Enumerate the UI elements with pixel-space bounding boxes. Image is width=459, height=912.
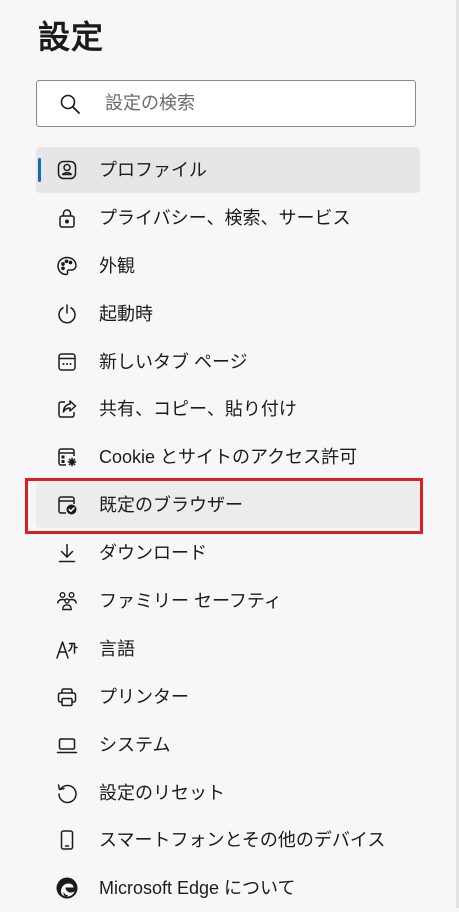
nav-item-printers[interactable]: プリンター xyxy=(0,673,459,721)
nav-item-label: プライバシー、検索、サービス xyxy=(99,207,351,228)
power-icon xyxy=(55,302,79,326)
nav-item-share[interactable]: 共有、コピー、貼り付け xyxy=(0,385,459,433)
nav-item-languages[interactable]: 言語 xyxy=(0,625,459,673)
nav-item-profile[interactable]: プロファイル xyxy=(0,146,459,194)
share-icon xyxy=(55,397,79,421)
language-icon xyxy=(55,637,79,661)
nav-item-about-edge[interactable]: Microsoft Edge について xyxy=(0,864,459,912)
nav-item-phone-devices[interactable]: スマートフォンとその他のデバイス xyxy=(0,816,459,864)
nav-item-downloads[interactable]: ダウンロード xyxy=(0,529,459,577)
highlight-annotation-box xyxy=(25,478,423,534)
nav-item-family-safety[interactable]: ファミリー セーフティ xyxy=(0,577,459,625)
site-permissions-icon xyxy=(55,445,79,469)
nav-item-label: プリンター xyxy=(99,686,189,707)
nav-item-startup[interactable]: 起動時 xyxy=(0,290,459,338)
nav-item-label: Microsoft Edge について xyxy=(99,878,296,899)
nav-item-label: 新しいタブ ページ xyxy=(99,351,248,372)
nav-item-label: 外観 xyxy=(99,255,135,276)
nav-item-label: 起動時 xyxy=(99,303,153,324)
nav-item-privacy[interactable]: プライバシー、検索、サービス xyxy=(0,194,459,242)
printer-icon xyxy=(55,685,79,709)
page-title: 設定 xyxy=(38,19,105,55)
family-icon xyxy=(55,589,79,613)
nav-item-label: 共有、コピー、貼り付け xyxy=(99,399,297,420)
nav-item-label: ファミリー セーフティ xyxy=(99,591,282,612)
edge-logo-icon xyxy=(55,876,79,900)
nav-item-label: プロファイル xyxy=(99,160,207,180)
nav-item-appearance[interactable]: 外観 xyxy=(0,242,459,290)
search-box[interactable] xyxy=(36,80,416,127)
nav-item-label: スマートフォンとその他のデバイス xyxy=(99,830,386,851)
nav-item-new-tab[interactable]: 新しいタブ ページ xyxy=(0,338,459,386)
nav-item-label: Cookie とサイトのアクセス許可 xyxy=(99,447,358,468)
nav-item-label: 言語 xyxy=(99,638,135,659)
palette-icon xyxy=(55,254,79,278)
active-indicator xyxy=(38,158,41,182)
nav-item-cookies[interactable]: Cookie とサイトのアクセス許可 xyxy=(0,433,459,481)
download-icon xyxy=(55,541,79,565)
profile-icon xyxy=(55,158,79,182)
phone-icon xyxy=(55,828,79,852)
nav-item-label: システム xyxy=(99,734,171,755)
nav-item-label: 設定のリセット xyxy=(99,782,225,803)
lock-icon xyxy=(55,206,79,230)
search-icon xyxy=(59,93,81,115)
nav-item-reset[interactable]: 設定のリセット xyxy=(0,769,459,817)
reset-icon xyxy=(55,781,79,805)
new-tab-icon xyxy=(55,350,79,374)
laptop-icon xyxy=(55,733,79,757)
search-input[interactable] xyxy=(105,93,365,114)
nav-item-system[interactable]: システム xyxy=(0,721,459,769)
nav-item-label: ダウンロード xyxy=(99,543,207,564)
